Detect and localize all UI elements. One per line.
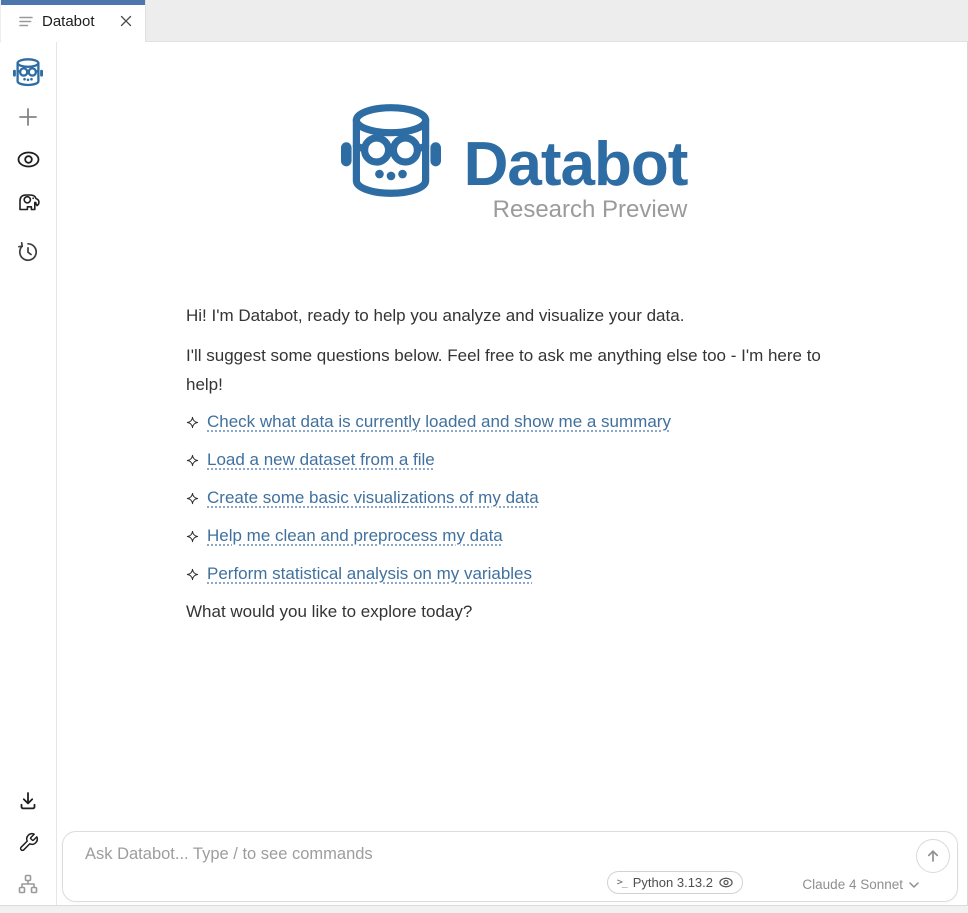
suggestion-link[interactable]: Help me clean and preprocess my data — [207, 526, 503, 546]
suggestion-item: Perform statistical analysis on my varia… — [186, 555, 846, 593]
wrench-icon[interactable] — [18, 832, 39, 853]
suggestion-link[interactable]: Perform statistical analysis on my varia… — [207, 564, 532, 584]
greeting-text: Hi! I'm Databot, ready to help you analy… — [186, 302, 846, 330]
model-selector[interactable]: Claude 4 Sonnet — [802, 877, 919, 892]
logo-subtitle: Research Preview — [464, 196, 688, 224]
databot-logo-icon — [338, 100, 444, 224]
suggestion-list: Check what data is currently loaded and … — [186, 403, 846, 593]
suggestion-link[interactable]: Check what data is currently loaded and … — [207, 412, 671, 432]
sparkle-icon — [186, 492, 199, 505]
elephant-icon[interactable] — [16, 189, 41, 214]
sparkle-icon — [186, 530, 199, 543]
sparkle-icon — [186, 568, 199, 581]
sidebar-bottom — [17, 790, 39, 905]
model-label: Claude 4 Sonnet — [802, 877, 903, 892]
suggestion-item: Check what data is currently loaded and … — [186, 403, 846, 441]
history-icon[interactable] — [17, 241, 39, 263]
download-icon[interactable] — [17, 790, 39, 812]
intro-text: I'll suggest some questions below. Feel … — [186, 341, 846, 399]
tab-bar: Databot — [0, 0, 968, 42]
chat-message: Hi! I'm Databot, ready to help you analy… — [186, 302, 846, 626]
sidebar — [0, 42, 57, 905]
terminal-prompt-icon: >_ — [617, 877, 627, 888]
composer: >_ Python 3.13.2 Claude 4 Sonnet — [62, 831, 958, 902]
eye-icon[interactable] — [17, 151, 40, 168]
databot-window: Databot — [0, 0, 968, 913]
suggestion-link[interactable]: Load a new dataset from a file — [207, 450, 435, 470]
suggestion-item: Create some basic visualizations of my d… — [186, 479, 846, 517]
up-arrow-icon — [925, 848, 941, 864]
suggestion-item: Load a new dataset from a file — [186, 441, 846, 479]
tab-title: Databot — [42, 13, 95, 30]
closing-text: What would you like to explore today? — [186, 598, 846, 626]
tab-databot[interactable]: Databot — [1, 0, 146, 42]
suggestion-link[interactable]: Create some basic visualizations of my d… — [207, 488, 539, 508]
databot-robot-icon[interactable] — [12, 57, 44, 87]
hierarchy-icon[interactable] — [17, 873, 39, 895]
send-button[interactable] — [916, 839, 950, 873]
plus-icon[interactable] — [19, 108, 37, 126]
sparkle-icon — [186, 416, 199, 429]
notebook-lines-icon — [19, 16, 33, 27]
logo-title: Databot — [464, 132, 688, 198]
kernel-eye-icon[interactable] — [719, 877, 733, 888]
sparkle-icon — [186, 454, 199, 467]
window-bottom-edge — [0, 905, 968, 913]
chevron-down-icon — [909, 882, 919, 888]
close-icon[interactable] — [120, 15, 132, 27]
logo: Databot Research Preview — [57, 100, 968, 224]
suggestion-item: Help me clean and preprocess my data — [186, 517, 846, 555]
kernel-label: Python 3.13.2 — [633, 875, 713, 890]
kernel-badge[interactable]: >_ Python 3.13.2 — [607, 871, 743, 894]
